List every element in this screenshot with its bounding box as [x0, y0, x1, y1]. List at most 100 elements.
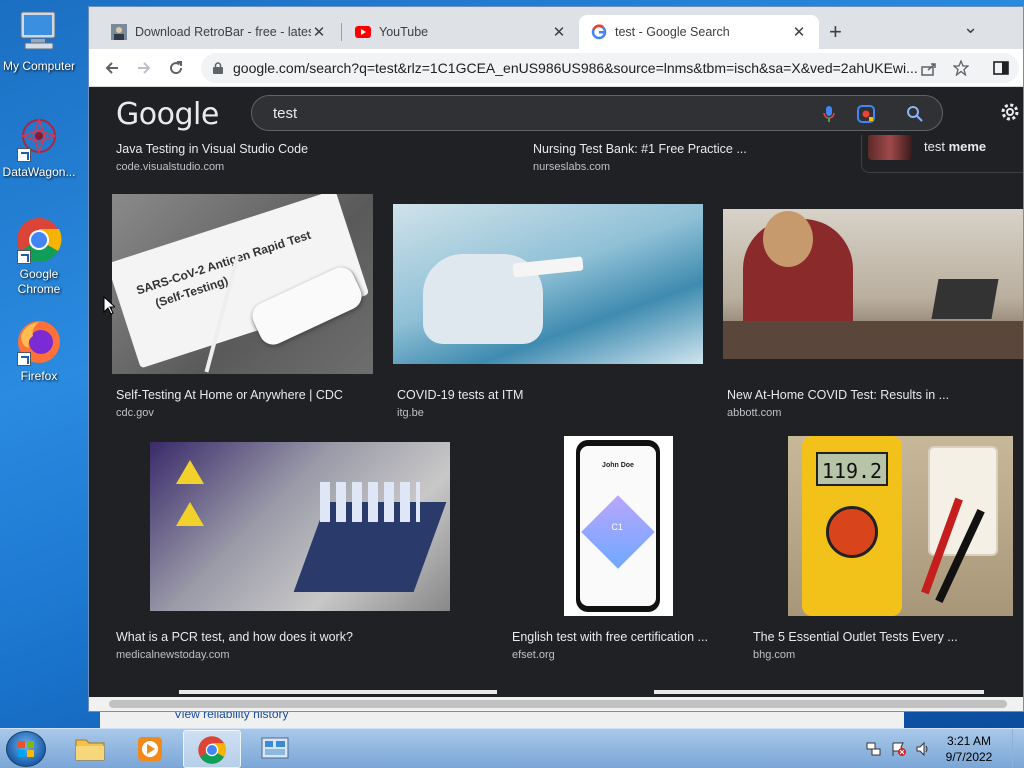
back-arrow-icon [105, 62, 118, 74]
multimeter: 119.2 [802, 436, 902, 616]
taskbar-chrome-button[interactable] [183, 730, 241, 768]
search-box[interactable]: test [251, 95, 943, 131]
address-bar[interactable]: google.com/search?q=test&rlz=1C1GCEA_enU… [201, 53, 1019, 83]
share-icon[interactable] [921, 62, 937, 76]
desktop-icon-datawagon[interactable]: DataWagon... [0, 114, 78, 180]
result-source[interactable]: itg.be [397, 407, 424, 419]
result-source[interactable]: cdc.gov [116, 407, 154, 419]
next-row-thumbnail-peek [179, 690, 497, 694]
image-result-thumbnail[interactable]: John Doe C1 [564, 436, 673, 616]
side-panel-icon[interactable] [993, 60, 1009, 76]
google-images-page: Google test Java Testing in Visual Studi… [91, 87, 1023, 697]
forward-button[interactable] [133, 57, 155, 79]
tab-close-icon[interactable]: ✕ [791, 23, 807, 41]
settings-gear-icon[interactable] [999, 101, 1021, 123]
woman-head [763, 211, 813, 267]
retrobar-favicon-icon [111, 24, 127, 40]
result-title[interactable]: The 5 Essential Outlet Tests Every ... [753, 630, 958, 644]
result-source[interactable]: code.visualstudio.com [116, 161, 224, 173]
taskbar-explorer-button[interactable] [62, 730, 120, 768]
show-desktop-button[interactable] [1012, 729, 1024, 768]
phone-screen: John Doe C1 [580, 446, 656, 606]
tab-separator [341, 23, 342, 41]
result-title[interactable]: What is a PCR test, and how does it work… [116, 630, 353, 644]
result-title[interactable]: Java Testing in Visual Studio Code [116, 142, 308, 156]
image-result-thumbnail[interactable]: 119.2 [788, 436, 1013, 616]
taskbar-control-panel-button[interactable] [246, 730, 304, 768]
search-icon[interactable] [906, 105, 924, 123]
image-text: C1 [611, 521, 623, 532]
result-source[interactable]: nurseslabs.com [533, 161, 610, 173]
computer-icon [15, 8, 63, 56]
desktop-icon-firefox[interactable]: Firefox [0, 318, 78, 384]
shortcut-arrow-icon [17, 352, 31, 366]
result-title[interactable]: COVID-19 tests at ITM [397, 388, 523, 402]
tab-title: test - Google Search [615, 25, 730, 39]
image-text: John Doe [602, 462, 634, 469]
desktop-icon-google-chrome[interactable]: Google Chrome [0, 216, 78, 297]
youtube-favicon-icon [355, 26, 371, 38]
reload-button[interactable] [165, 57, 187, 79]
related-chip-label: test meme [924, 139, 986, 154]
desktop-icon-my-computer[interactable]: My Computer [0, 8, 78, 74]
tab-google-search[interactable]: test - Google Search ✕ [579, 15, 819, 49]
windows-logo-icon [18, 741, 34, 757]
network-icon[interactable] [866, 741, 882, 757]
shortcut-arrow-icon [17, 250, 31, 264]
tab-title: YouTube [379, 25, 429, 39]
image-result-thumbnail[interactable] [723, 209, 1023, 359]
warning-sign [176, 502, 204, 526]
result-title[interactable]: Self-Testing At Home or Anywhere | CDC [116, 388, 343, 402]
desktop-icon-label: Google Chrome [17, 267, 61, 296]
tab-retrobar[interactable]: Download RetroBar - free - latest ✕ [99, 15, 339, 49]
taskbar: 3:21 AM 9/7/2022 [0, 728, 1024, 768]
result-title[interactable]: Nursing Test Bank: #1 Free Practice ... [533, 142, 747, 156]
result-source[interactable]: efset.org [512, 649, 555, 661]
firefox-icon [15, 318, 63, 366]
back-button[interactable] [101, 57, 123, 79]
reload-icon [170, 61, 183, 75]
related-chip-prefix: test [924, 139, 949, 154]
desktop-icon-label: My Computer [2, 59, 76, 73]
lens-search-icon[interactable] [856, 104, 876, 124]
google-favicon-icon [591, 24, 607, 40]
tab-close-icon[interactable]: ✕ [311, 23, 327, 41]
bookmark-star-icon[interactable] [953, 60, 969, 76]
voice-search-icon[interactable] [822, 105, 836, 123]
tubes [320, 482, 420, 522]
result-source[interactable]: bhg.com [753, 649, 795, 661]
volume-icon[interactable] [915, 741, 931, 757]
multimeter-dial [826, 506, 878, 558]
result-source[interactable]: abbott.com [727, 407, 781, 419]
search-input[interactable]: test [273, 105, 297, 122]
google-logo[interactable]: Google [116, 97, 219, 132]
counter [723, 321, 1023, 359]
clock[interactable]: 3:21 AM 9/7/2022 [936, 733, 1002, 765]
multimeter-display: 119.2 [816, 452, 888, 486]
chrome-icon [15, 216, 63, 264]
tab-search-chevron-icon[interactable]: ⌄ [963, 17, 978, 38]
start-button[interactable] [6, 731, 46, 767]
next-row-thumbnail-peek [654, 690, 984, 694]
taskbar-media-player-button[interactable] [122, 730, 180, 768]
image-result-thumbnail[interactable]: SARS-CoV-2 Antigen Rapid Test (Self-Test… [112, 194, 373, 374]
folder-icon [75, 739, 105, 761]
new-tab-button[interactable]: + [829, 19, 842, 45]
result-title[interactable]: English test with free certification ... [512, 630, 708, 644]
action-center-flag-icon[interactable] [891, 741, 907, 757]
google-header: Google test [91, 87, 1023, 135]
result-source[interactable]: medicalnewstoday.com [116, 649, 230, 661]
scrollbar-thumb[interactable] [109, 700, 1007, 708]
related-chip-thumbnail [868, 134, 912, 160]
result-title[interactable]: New At-Home COVID Test: Results in ... [727, 388, 949, 402]
related-search-chip[interactable]: test meme [861, 129, 1023, 173]
clock-date: 9/7/2022 [945, 750, 993, 764]
image-result-thumbnail[interactable] [150, 442, 450, 611]
image-result-thumbnail[interactable] [393, 204, 703, 364]
tab-strip: Download RetroBar - free - latest ✕ YouT… [89, 7, 1023, 49]
mouse-cursor-icon [103, 296, 115, 315]
horizontal-scrollbar[interactable] [89, 697, 1023, 711]
tab-close-icon[interactable]: ✕ [551, 23, 567, 41]
clock-time: 3:21 AM [946, 734, 992, 748]
tab-youtube[interactable]: YouTube ✕ [343, 15, 579, 49]
